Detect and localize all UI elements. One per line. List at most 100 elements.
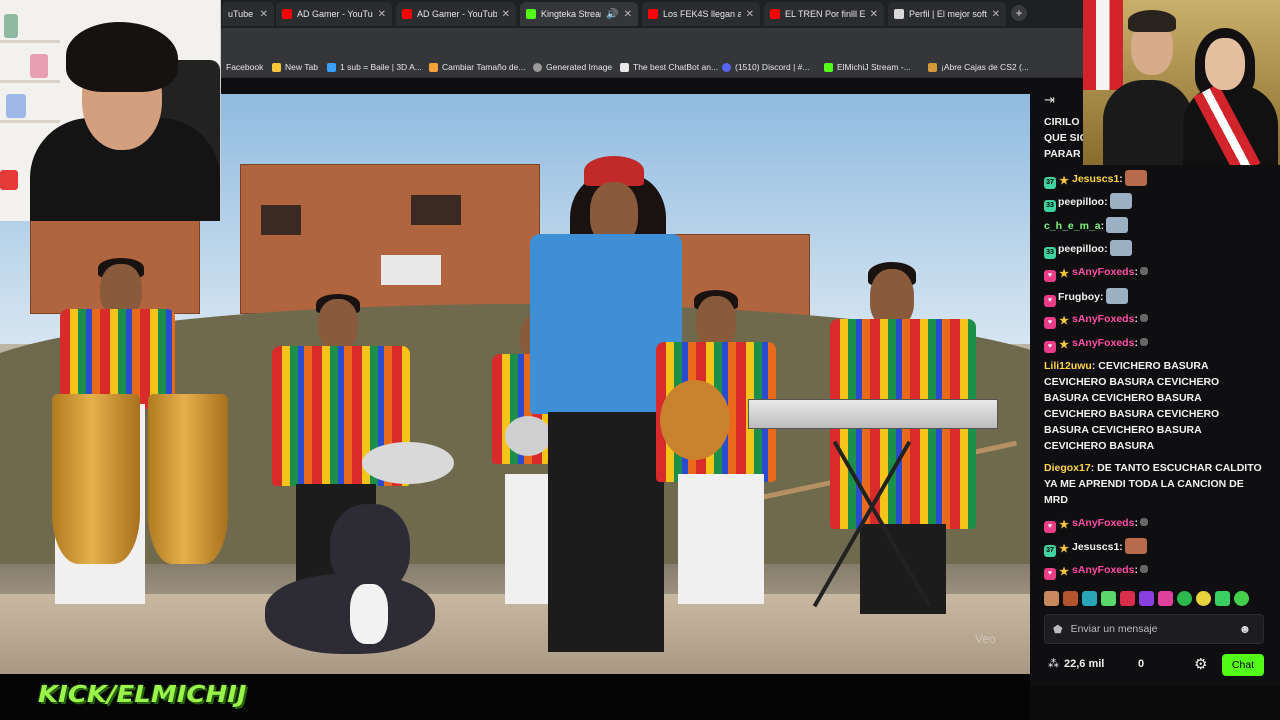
bookmark-item[interactable]: Generated Image [533, 60, 612, 74]
emote-button[interactable] [1082, 591, 1097, 606]
emote-button[interactable] [1044, 591, 1059, 606]
points-counter: 0 [1138, 658, 1145, 670]
figurine [30, 54, 48, 78]
chat-message-input[interactable] [1070, 623, 1231, 635]
browser-tab[interactable]: AD Gamer - YouTube ✕ [276, 2, 392, 26]
overlay-photo [1083, 0, 1280, 165]
bookmark-item[interactable]: 1 sub = Baile | 3D A... [327, 60, 422, 74]
bookmark-item[interactable]: Cambiar Tamaño de... [429, 60, 525, 74]
emote-button[interactable] [1120, 591, 1135, 606]
conga-drum [148, 394, 228, 564]
chat-username[interactable]: Frugboy [1058, 291, 1100, 303]
star-badge-icon: ★ [1059, 339, 1069, 351]
gear-icon[interactable]: ⚙ [1194, 655, 1207, 673]
channel-points[interactable]: 22,6 mil [1064, 658, 1104, 670]
decoration [0, 170, 18, 190]
gifter-badge-icon: ♥ [1044, 568, 1056, 580]
kick-icon [526, 9, 536, 19]
figurine [4, 14, 18, 38]
chat-username[interactable]: peepilloo [1058, 243, 1104, 255]
emote-button[interactable] [1196, 591, 1211, 606]
chat-message: 33 peepilloo: [1044, 240, 1244, 259]
chat-message: ♥ ★ sAnyFoxeds: [1044, 562, 1244, 580]
browser-tab[interactable]: uTube ✕ [222, 2, 274, 26]
building-window [411, 195, 461, 225]
chat-username[interactable]: sAnyFoxeds [1072, 266, 1134, 278]
tab-label: Perfil | El mejor softw [909, 9, 987, 19]
bookmark-icon [928, 62, 937, 72]
chat-message: ♥ ★ sAnyFoxeds: [1044, 311, 1244, 329]
chat-username[interactable]: sAnyFoxeds [1072, 313, 1134, 325]
send-chat-button[interactable]: Chat [1222, 654, 1264, 676]
chat-username[interactable]: Jesuscs1 [1072, 173, 1119, 185]
figurine [6, 94, 26, 118]
close-tab-icon[interactable]: ✕ [378, 9, 386, 20]
chat-message: Diegox17: DE TANTO ESCUCHAR CALDITO YA M… [1044, 462, 1262, 506]
close-tab-icon[interactable]: ✕ [624, 9, 632, 20]
kick-icon [824, 62, 833, 72]
chat-username[interactable]: sAnyFoxeds [1072, 564, 1134, 576]
subscriber-badge: 33 [1044, 247, 1056, 259]
dog-head [330, 504, 410, 594]
star-badge-icon: ★ [1059, 566, 1069, 578]
tab-active[interactable]: Kingteka Stream 🔊 ✕ [520, 2, 638, 26]
chat-footer: ⁂ 22,6 mil 0 ⚙ Chat [1044, 654, 1266, 676]
browser-tab[interactable]: Perfil | El mejor softw ✕ [888, 2, 1006, 26]
close-tab-icon[interactable]: ✕ [502, 9, 510, 20]
close-tab-icon[interactable]: ✕ [260, 9, 268, 20]
browser-tab[interactable]: AD Gamer - YouTube ✕ [396, 2, 516, 26]
bookmark-item[interactable]: The best ChatBot an... [620, 60, 718, 74]
chat-username[interactable]: sAnyFoxeds [1072, 337, 1134, 349]
discord-icon [722, 62, 731, 72]
message-text: : [1104, 243, 1108, 255]
browser-tab[interactable]: EL TREN Por finlll Es ✕ [764, 2, 884, 26]
new-tab-button[interactable]: + [1011, 5, 1027, 21]
emote-button[interactable] [1139, 591, 1154, 606]
message-text: : [1104, 196, 1108, 208]
dog-chest [350, 584, 388, 644]
chat-username[interactable]: c_h_e_m_a [1044, 220, 1101, 232]
close-tab-icon[interactable]: ✕ [870, 9, 878, 20]
gifter-badge-icon: ♥ [1044, 317, 1056, 329]
shelf [0, 40, 60, 43]
bookmark-item[interactable]: ElMichiJ Stream -... [824, 60, 911, 74]
emote-button[interactable] [1177, 591, 1192, 606]
chat-username[interactable]: Diegox17 [1044, 462, 1091, 474]
star-badge-icon: ★ [1059, 268, 1069, 280]
emote-icon [1139, 338, 1148, 346]
flag [1083, 0, 1123, 90]
snare-drum [505, 416, 551, 456]
bookmark-item[interactable]: New Tab [272, 60, 318, 74]
collapse-chat-icon[interactable]: ⇥ [1044, 92, 1055, 108]
chat-username[interactable]: peepilloo [1058, 196, 1104, 208]
emote-button[interactable] [1101, 591, 1116, 606]
chat-username[interactable]: Lili12uwu [1044, 360, 1092, 372]
emote-button[interactable] [1215, 591, 1230, 606]
chat-username[interactable]: Jesuscs1 [1072, 541, 1119, 553]
youtube-icon [648, 9, 658, 19]
bookmark-icon [429, 62, 438, 72]
youtube-icon [282, 9, 292, 19]
bookmark-item[interactable]: (1510) Discord | #... [722, 60, 810, 74]
bookmark-item[interactable]: ¡Abre Cajas de CS2 (... [928, 60, 1029, 74]
close-tab-icon[interactable]: ✕ [992, 9, 1000, 20]
star-badge-icon: ★ [1059, 519, 1069, 531]
emote-icon [1124, 170, 1147, 186]
bookmark-label: Cambiar Tamaño de... [442, 62, 526, 72]
emoji-picker-icon[interactable]: ☻ [1239, 622, 1252, 636]
shelf [0, 120, 60, 123]
tab-label: EL TREN Por finlll Es [785, 9, 865, 19]
speaker-icon[interactable]: 🔊 [606, 9, 618, 20]
browser-tab[interactable]: Los FEK4S llegan a D ✕ [642, 2, 760, 26]
emote-button[interactable] [1063, 591, 1078, 606]
points-icon: ⁂ [1048, 658, 1059, 670]
tab-label: Los FEK4S llegan a D [663, 9, 741, 19]
chat-input-box[interactable]: ⬟ ☻ [1044, 614, 1264, 644]
conga-drum [52, 394, 140, 564]
bookmark-item[interactable]: Facebook [226, 60, 263, 74]
emote-button[interactable] [1158, 591, 1173, 606]
close-tab-icon[interactable]: ✕ [746, 9, 754, 20]
chat-username[interactable]: sAnyFoxeds [1072, 517, 1134, 529]
bookmark-label: ElMichiJ Stream -... [837, 62, 911, 72]
emote-button[interactable] [1234, 591, 1249, 606]
